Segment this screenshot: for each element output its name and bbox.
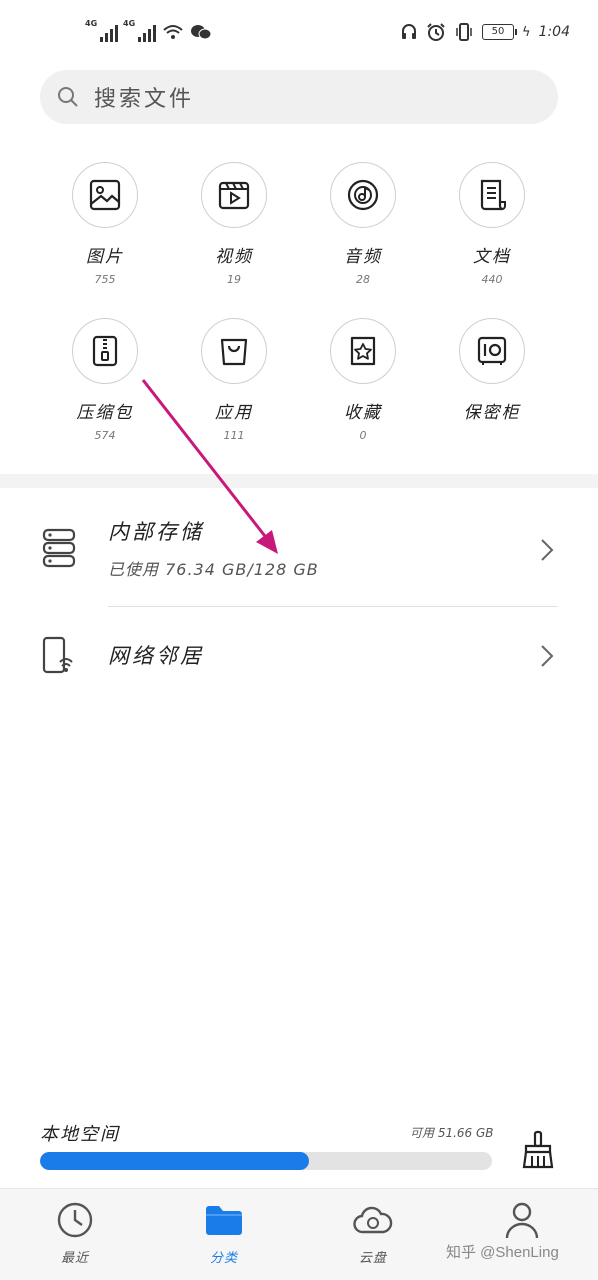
local-space-available: 可用 51.66 GB xyxy=(410,1126,494,1140)
category-count: 440 xyxy=(481,273,503,286)
image-icon xyxy=(89,179,121,211)
category-icon-circle xyxy=(201,318,267,384)
internal-storage-title: 内部存储 xyxy=(108,520,204,544)
signal-2-icon: 4G xyxy=(123,19,156,42)
category-label: 压缩包 xyxy=(76,403,134,423)
status-right: 50 ϟ 1:04 xyxy=(400,22,570,42)
search-placeholder: 搜索文件 xyxy=(94,87,195,112)
local-space-progress-fill xyxy=(40,1152,310,1170)
storage-icon xyxy=(42,528,76,568)
charging-icon: ϟ xyxy=(521,24,531,40)
category-icon-circle xyxy=(459,318,525,384)
category-label: 保密柜 xyxy=(463,403,521,423)
category-videos[interactable]: 视频 19 xyxy=(174,162,294,286)
clock-time: 1:04 xyxy=(538,24,570,40)
bottom-nav: 最近 分类 云盘 我的 知乎 @ShenLing xyxy=(0,1188,598,1280)
alarm-icon xyxy=(427,23,445,41)
nav-cloud[interactable]: 云盘 xyxy=(323,1199,423,1266)
category-label: 应用 xyxy=(215,403,253,423)
category-icon-circle xyxy=(201,162,267,228)
category-documents[interactable]: 文档 440 xyxy=(432,162,552,286)
category-count: 0 xyxy=(359,429,367,442)
category-audio[interactable]: 音频 28 xyxy=(303,162,423,286)
search-input[interactable]: 搜索文件 xyxy=(40,70,558,124)
headphones-icon xyxy=(401,24,416,39)
nav-label: 分类 xyxy=(209,1251,238,1266)
safe-icon xyxy=(477,336,507,365)
category-count: 19 xyxy=(227,273,241,286)
category-apps[interactable]: 应用 111 xyxy=(174,318,294,442)
nav-label: 云盘 xyxy=(358,1251,387,1266)
network-neighbor-row[interactable]: 网络邻居 xyxy=(0,608,598,702)
category-icon-circle xyxy=(459,162,525,228)
local-space-progress xyxy=(40,1152,492,1170)
section-divider-band xyxy=(0,474,598,488)
network-type-2: 4G xyxy=(123,19,136,28)
category-images[interactable]: 图片 755 xyxy=(45,162,165,286)
status-left: 4G 4G xyxy=(85,19,212,42)
audio-icon xyxy=(347,179,379,211)
category-count: 111 xyxy=(223,429,245,442)
battery-indicator: 50 xyxy=(481,24,517,40)
chevron-right-icon xyxy=(541,539,554,561)
wechat-icon xyxy=(191,25,212,40)
category-label: 收藏 xyxy=(344,403,382,423)
category-icon-circle xyxy=(330,162,396,228)
category-icon-circle xyxy=(72,318,138,384)
category-count: 28 xyxy=(356,273,370,286)
nav-categories[interactable]: 分类 xyxy=(174,1199,274,1266)
cloud-icon xyxy=(353,1206,393,1234)
video-icon xyxy=(218,181,250,210)
folder-icon xyxy=(206,1206,242,1235)
zip-icon xyxy=(92,335,118,367)
star-icon xyxy=(350,336,376,366)
internal-storage-row[interactable]: 内部存储 已使用 76.34 GB/128 GB xyxy=(0,500,598,606)
internal-storage-usage: 已使用 76.34 GB/128 GB xyxy=(108,560,319,579)
status-bar: 4G 4G 50 ϟ 1:04 xyxy=(0,0,598,64)
wifi-icon xyxy=(163,25,183,39)
category-archives[interactable]: 压缩包 574 xyxy=(45,318,165,442)
vibrate-icon xyxy=(456,23,472,41)
row-divider xyxy=(108,606,558,607)
person-icon xyxy=(505,1202,539,1239)
category-label: 文档 xyxy=(473,247,511,267)
category-label: 音频 xyxy=(344,247,382,267)
category-favorites[interactable]: 收藏 0 xyxy=(303,318,423,442)
document-icon xyxy=(480,179,506,211)
category-safe[interactable]: 保密柜 xyxy=(432,318,552,429)
network-type-1: 4G xyxy=(85,19,98,28)
category-label: 视频 xyxy=(215,247,253,267)
local-space-label: 本地空间 xyxy=(40,1124,120,1145)
nav-label: 最近 xyxy=(60,1251,89,1266)
category-icon-circle xyxy=(330,318,396,384)
chevron-right-icon xyxy=(541,645,554,667)
app-bag-icon xyxy=(220,338,248,366)
clean-broom-icon[interactable] xyxy=(520,1130,556,1170)
category-label: 图片 xyxy=(86,247,124,267)
clock-icon xyxy=(57,1202,93,1238)
category-icon-circle xyxy=(72,162,138,228)
nav-recent[interactable]: 最近 xyxy=(25,1199,125,1266)
network-neighbor-title: 网络邻居 xyxy=(108,644,204,668)
network-device-icon xyxy=(42,636,73,674)
watermark-text: 知乎 @ShenLing xyxy=(446,1244,559,1261)
search-icon xyxy=(58,87,78,107)
signal-1-icon: 4G xyxy=(85,19,118,42)
category-count: 755 xyxy=(94,273,116,286)
category-count: 574 xyxy=(94,429,116,442)
